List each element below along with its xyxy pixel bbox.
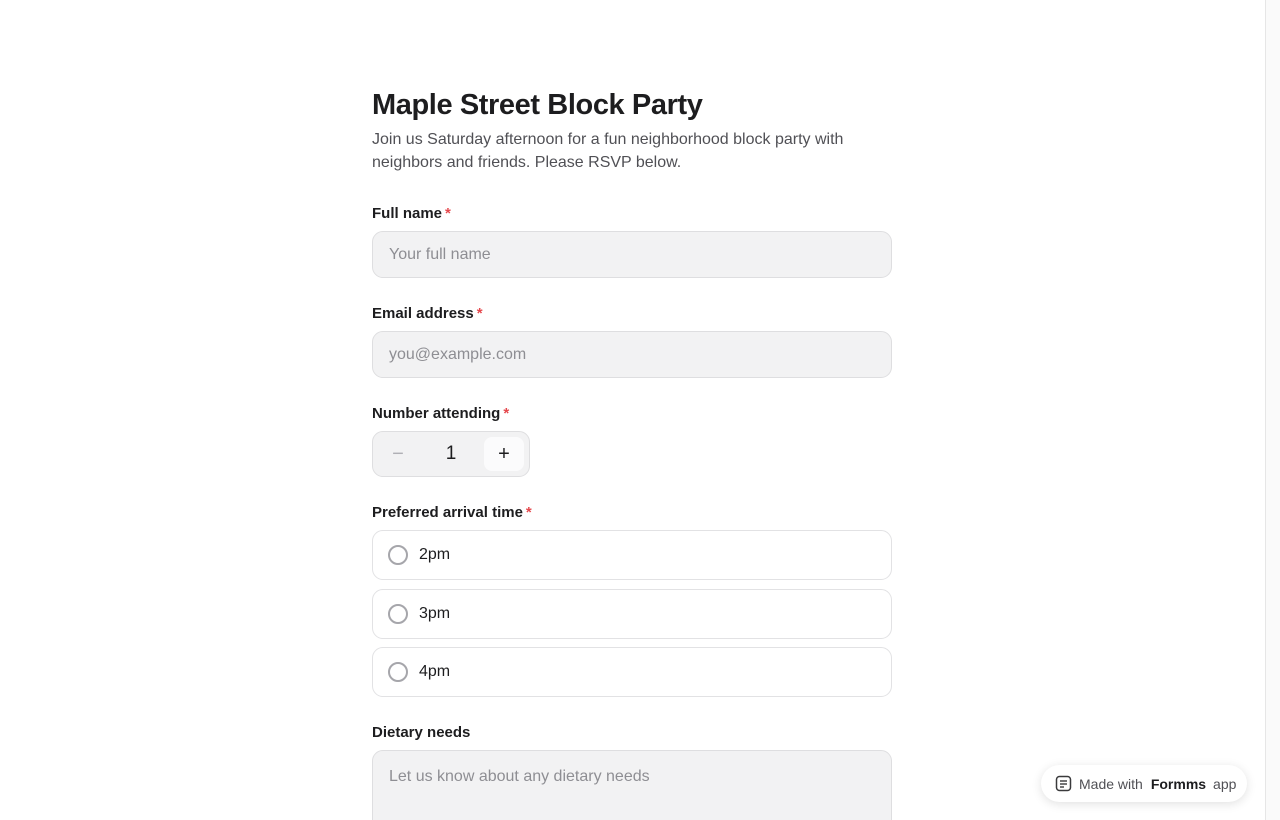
arrival-label-text: Preferred arrival time (372, 504, 523, 521)
increment-button[interactable]: + (483, 437, 524, 471)
full-name-label-text: Full name (372, 205, 443, 222)
arrival-option-3pm[interactable]: 3pm (372, 589, 892, 639)
radio-circle-icon[interactable] (388, 662, 408, 682)
badge-brand: Formms (1150, 775, 1207, 792)
attending-stepper: − 1 + (372, 431, 530, 477)
required-marker: * (525, 504, 532, 521)
email-placeholder: you@example.com (389, 345, 527, 363)
email-label: Email address * (372, 305, 483, 322)
attending-label: Number attending * (372, 405, 509, 422)
page-scrollbar[interactable] (1265, 0, 1280, 820)
email-label-text: Email address (372, 305, 474, 322)
badge-suffix: app (1213, 775, 1237, 792)
form-title: Maple Street Block Party (372, 89, 703, 121)
required-marker: * (445, 205, 451, 222)
dietary-placeholder: Let us know about any dietary needs (389, 768, 650, 785)
radio-circle-icon[interactable] (388, 604, 408, 624)
form-description: Join us Saturday afternoon for a fun nei… (372, 131, 844, 171)
full-name-label: Full name * (372, 205, 451, 222)
form-header: Maple Street Block Party Join us Saturda… (372, 88, 892, 174)
attending-label-text: Number attending (372, 405, 501, 422)
made-with-badge[interactable]: Made with Formms app (1041, 765, 1247, 802)
dietary-label: Dietary needs (372, 724, 471, 741)
decrement-button[interactable]: − (378, 437, 418, 471)
radio-circle-icon[interactable] (388, 545, 408, 565)
arrival-option-label: 4pm (419, 663, 451, 680)
dietary-textarea[interactable]: Let us know about any dietary needs (372, 750, 892, 820)
arrival-option-label: 2pm (419, 546, 451, 563)
arrival-option-4pm[interactable]: 4pm (372, 647, 892, 697)
email-input[interactable]: you@example.com (372, 331, 892, 378)
attending-value[interactable]: 1 (446, 443, 457, 465)
page: Maple Street Block Party Join us Saturda… (0, 0, 1280, 820)
full-name-input[interactable]: Your full name (372, 231, 892, 278)
arrival-option-label: 3pm (419, 605, 451, 622)
arrival-option-2pm[interactable]: 2pm (372, 530, 892, 580)
required-marker: * (503, 405, 510, 422)
form-icon (1055, 775, 1072, 792)
full-name-placeholder: Your full name (389, 245, 491, 263)
arrival-label: Preferred arrival time * (372, 504, 532, 521)
badge-prefix: Made with (1079, 775, 1143, 792)
required-marker: * (476, 305, 483, 322)
